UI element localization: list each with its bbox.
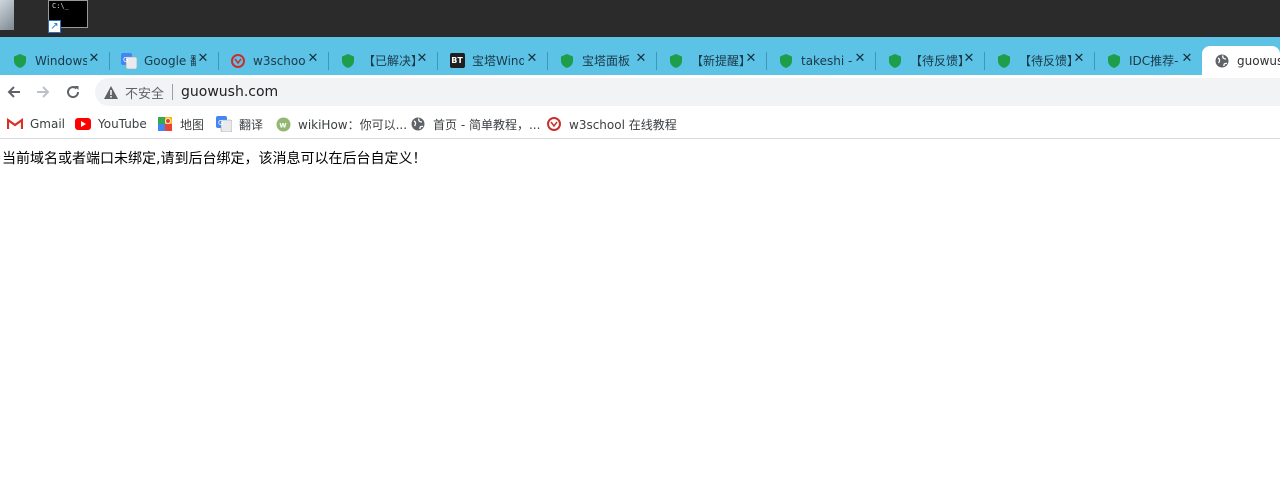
- youtube-icon: [75, 116, 91, 132]
- tab-title: 【待反馈】: [1019, 53, 1071, 68]
- google-translate-icon: G: [216, 116, 232, 132]
- tab-bt-windows[interactable]: BT 宝塔Wind ✕: [437, 46, 548, 75]
- tab-title: 【已解决】: [363, 53, 415, 68]
- tab-close-icon[interactable]: ✕: [633, 51, 649, 67]
- tab-strip: Windows ✕ G Google 翻 ✕ w3school ✕ 【已解决】 …: [0, 37, 1280, 75]
- tab-close-icon[interactable]: ✕: [414, 51, 430, 67]
- tab-bt-panel[interactable]: 宝塔面板 ✕: [547, 46, 657, 75]
- gmail-icon: [7, 116, 23, 132]
- tab-idc-recommend[interactable]: IDC推荐- ✕: [1094, 46, 1202, 75]
- url-text[interactable]: guowush.com: [181, 84, 278, 100]
- shield-green-icon: [340, 53, 356, 69]
- tab-google-translate[interactable]: G Google 翻 ✕: [109, 46, 219, 75]
- tab-title: 【待反馈】: [910, 53, 962, 68]
- shield-green-icon: [1106, 53, 1122, 69]
- tab-pending-feedback-1[interactable]: 【待反馈】 ✕: [875, 46, 985, 75]
- reload-icon: [67, 86, 80, 99]
- maps-icon: [157, 116, 173, 132]
- globe-icon: [410, 116, 426, 132]
- tab-resolved[interactable]: 【已解决】 ✕: [328, 46, 438, 75]
- shield-green-icon: [778, 53, 794, 69]
- tab-title: IDC推荐-: [1129, 53, 1179, 68]
- bookmark-label: wikiHow：你可以...: [298, 117, 408, 132]
- shield-green-icon: [12, 53, 28, 69]
- shield-green-icon: [559, 53, 575, 69]
- bt-icon: BT: [449, 53, 465, 69]
- tab-close-icon[interactable]: ✕: [852, 51, 868, 67]
- bookmark-gmail[interactable]: Gmail: [7, 115, 65, 133]
- cmd-icon-text: C:\_: [52, 2, 69, 10]
- tab-title: 宝塔Wind: [472, 53, 524, 68]
- omnibox-divider: [172, 84, 174, 100]
- back-arrow-icon: [7, 86, 20, 98]
- tab-guowush-active[interactable]: guowush: [1202, 46, 1280, 75]
- forward-arrow-icon: [37, 86, 50, 98]
- tab-close-icon[interactable]: ✕: [195, 51, 211, 67]
- svg-text:w: w: [279, 120, 287, 129]
- tab-w3school[interactable]: w3school ✕: [218, 46, 329, 75]
- tab-takeshi[interactable]: takeshi - ✕: [766, 46, 876, 75]
- shield-green-icon: [887, 53, 903, 69]
- shortcut-arrow-icon: ↗: [48, 20, 61, 33]
- desktop-taskbar-strip: C:\_ ↗: [0, 0, 1280, 37]
- tab-pending-feedback-2[interactable]: 【待反馈】 ✕: [984, 46, 1095, 75]
- command-prompt-shortcut-icon[interactable]: C:\_ ↗: [48, 0, 88, 33]
- tab-close-icon[interactable]: ✕: [524, 51, 540, 67]
- tab-title: 宝塔面板: [582, 53, 631, 68]
- tab-close-icon[interactable]: ✕: [1179, 51, 1195, 67]
- wikihow-icon: w: [275, 116, 291, 132]
- bookmark-label: YouTube: [98, 117, 147, 131]
- tab-title: Google 翻: [144, 53, 196, 68]
- tab-title: Windows: [35, 53, 87, 68]
- tab-windows[interactable]: Windows ✕: [0, 46, 110, 75]
- bookmark-w3school[interactable]: w3school 在线教程: [546, 115, 677, 133]
- address-bar[interactable]: 不安全 guowush.com: [95, 78, 1280, 106]
- tab-close-icon[interactable]: ✕: [1071, 51, 1087, 67]
- bookmark-translate[interactable]: G 翻译: [216, 115, 263, 133]
- tab-close-icon[interactable]: ✕: [305, 51, 321, 67]
- back-button[interactable]: [3, 81, 25, 103]
- tab-close-icon[interactable]: ✕: [86, 51, 102, 67]
- bookmark-label: Gmail: [30, 117, 66, 131]
- tab-new-reminder[interactable]: 【新提醒】 ✕: [656, 46, 767, 75]
- w3school-icon: [546, 116, 562, 132]
- tab-title: 【新提醒】: [691, 53, 743, 68]
- bookmark-youtube[interactable]: YouTube: [75, 115, 147, 133]
- desktop-app-icon[interactable]: [0, 0, 14, 30]
- bookmark-maps[interactable]: 地图: [157, 115, 204, 133]
- tab-title: guowush: [1237, 53, 1280, 68]
- bookmark-label: 地图: [180, 117, 205, 132]
- svg-text:G: G: [218, 119, 223, 127]
- shield-green-icon: [996, 53, 1012, 69]
- reload-button[interactable]: [62, 81, 84, 103]
- not-secure-label[interactable]: 不安全: [125, 83, 164, 102]
- google-translate-icon: G: [121, 52, 137, 69]
- bookmark-jiandan-tutorial[interactable]: 首页 - 简单教程，...: [410, 115, 540, 133]
- warning-icon[interactable]: [103, 84, 119, 100]
- page-message: 当前域名或者端口未绑定,请到后台绑定，该消息可以在后台自定义！: [2, 151, 427, 167]
- bookmark-wikihow[interactable]: w wikiHow：你可以...: [275, 115, 407, 133]
- tab-title: takeshi -: [801, 53, 853, 68]
- shield-green-icon: [668, 53, 684, 69]
- w3school-icon: [230, 53, 246, 69]
- tab-close-icon[interactable]: ✕: [961, 51, 977, 67]
- tab-title: w3school: [253, 53, 305, 68]
- globe-icon: [1214, 53, 1230, 69]
- tab-close-icon[interactable]: ✕: [743, 51, 759, 67]
- forward-button[interactable]: [32, 81, 54, 103]
- bookmarks-bar: Gmail YouTube 地图 G 翻译 w wikiHow：你可以... 首…: [0, 109, 1280, 139]
- bookmark-label: 首页 - 简单教程，...: [433, 117, 541, 132]
- bookmark-label: 翻译: [239, 117, 264, 132]
- browser-toolbar: 不安全 guowush.com: [0, 75, 1280, 109]
- svg-text:G: G: [123, 56, 128, 64]
- bookmark-label: w3school 在线教程: [569, 117, 677, 132]
